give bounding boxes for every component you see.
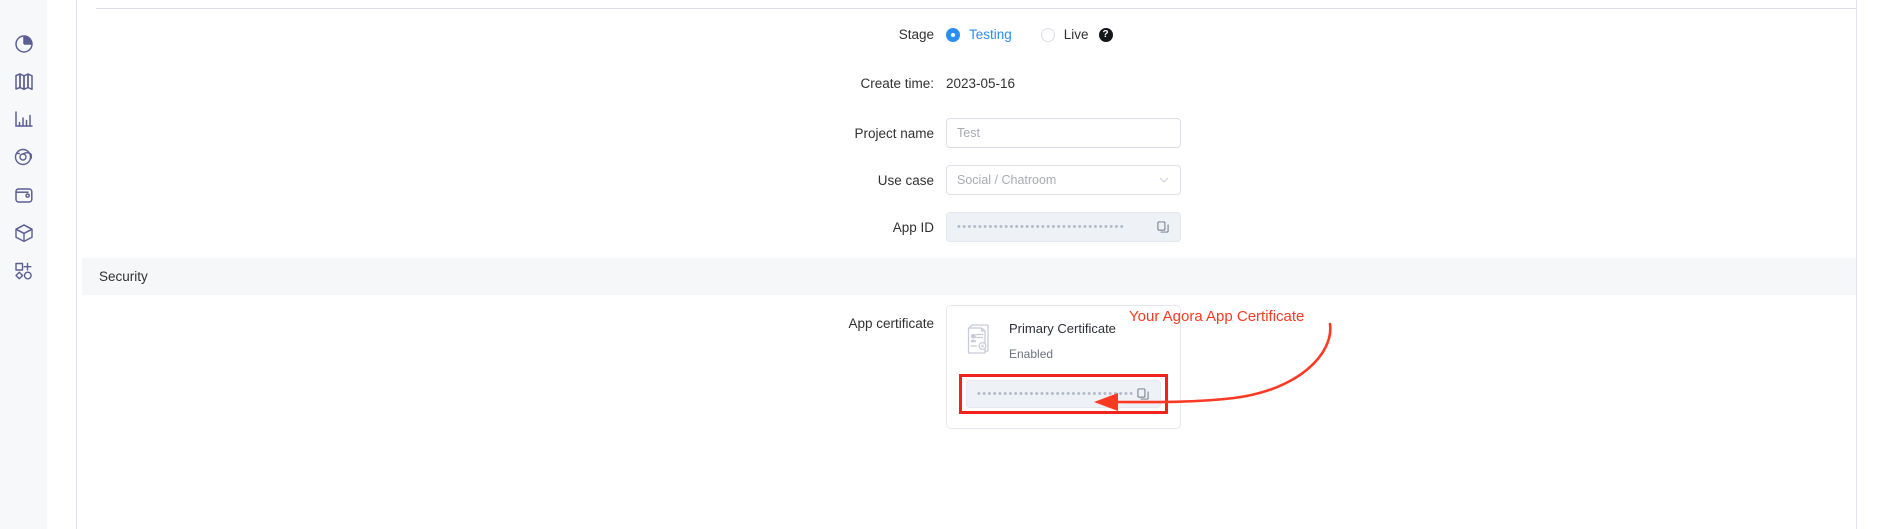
stage-label: Stage: [77, 27, 946, 42]
stage-option-live[interactable]: Live: [1041, 27, 1089, 42]
app-id-masked-value: ••••••••••••••••••••••••••••••••: [957, 222, 1125, 233]
certificate-status: Enabled: [1009, 347, 1116, 361]
project-name-row: Project name Test: [77, 118, 1880, 148]
bar-chart-icon: [12, 107, 36, 131]
app-root: Stage Testing Live ?: [0, 0, 1903, 529]
globe-analytics-icon: [12, 145, 36, 169]
create-time-row: Create time: 2023-05-16: [77, 76, 1880, 91]
security-section-header: Security: [82, 258, 1859, 295]
certificate-name: Primary Certificate: [1009, 321, 1116, 336]
book-icon: [12, 69, 36, 93]
pie-chart-icon: [12, 31, 36, 55]
help-icon[interactable]: ?: [1099, 28, 1113, 42]
security-section-title: Security: [99, 269, 148, 284]
use-case-label: Use case: [77, 173, 946, 188]
vertical-scrollbar[interactable]: [1856, 0, 1879, 529]
app-id-label: App ID: [77, 220, 946, 235]
app-certificate-row: App certificate: [77, 305, 1181, 429]
stage-row: Stage Testing Live ?: [77, 27, 1880, 42]
project-name-label: Project name: [77, 126, 946, 141]
chevron-down-icon: [1158, 174, 1170, 186]
panel-top-divider: [96, 8, 1879, 9]
copy-icon[interactable]: [1156, 220, 1170, 234]
sidebar-item-insights[interactable]: [7, 138, 41, 176]
sidebar-item-usage[interactable]: [7, 24, 41, 62]
use-case-row: Use case Social / Chatroom: [77, 165, 1880, 195]
scrollbar-thumb[interactable]: [1864, 6, 1872, 236]
sidebar-item-analytics[interactable]: [7, 100, 41, 138]
certificate-highlight-box: ••••••••••••••••••••••••••••••: [959, 374, 1168, 414]
sidebar-rail: [0, 0, 47, 529]
sidebar-item-extensions[interactable]: [7, 252, 41, 290]
sidebar-item-products[interactable]: [7, 214, 41, 252]
stage-option-testing-label: Testing: [969, 27, 1012, 42]
project-name-input[interactable]: Test: [946, 118, 1181, 148]
create-time-value: 2023-05-16: [946, 76, 1015, 91]
app-id-row: App ID ••••••••••••••••••••••••••••••••: [77, 212, 1880, 242]
create-time-label: Create time:: [77, 76, 946, 91]
wallet-icon: [12, 183, 36, 207]
radio-testing-indicator[interactable]: [946, 28, 960, 42]
use-case-value: Social / Chatroom: [957, 173, 1056, 187]
stage-radio-group: Testing Live ?: [946, 27, 1181, 42]
sidebar-item-billing[interactable]: [7, 176, 41, 214]
sidebar-item-docs[interactable]: [7, 62, 41, 100]
content-panel: Stage Testing Live ?: [76, 0, 1879, 529]
certificate-icon: [959, 319, 999, 359]
certificate-secret-field: ••••••••••••••••••••••••••••••: [966, 380, 1161, 408]
stage-option-testing[interactable]: Testing: [946, 27, 1012, 42]
certificate-masked-value: ••••••••••••••••••••••••••••••: [977, 389, 1135, 400]
package-icon: [12, 221, 36, 245]
add-apps-icon: [12, 259, 36, 283]
app-id-field: ••••••••••••••••••••••••••••••••: [946, 212, 1181, 242]
annotation-text: Your Agora App Certificate: [1129, 308, 1304, 325]
use-case-select[interactable]: Social / Chatroom: [946, 165, 1181, 195]
app-certificate-label: App certificate: [77, 305, 946, 429]
stage-option-live-label: Live: [1064, 27, 1089, 42]
radio-live-indicator[interactable]: [1041, 28, 1055, 42]
copy-icon[interactable]: [1136, 387, 1150, 401]
